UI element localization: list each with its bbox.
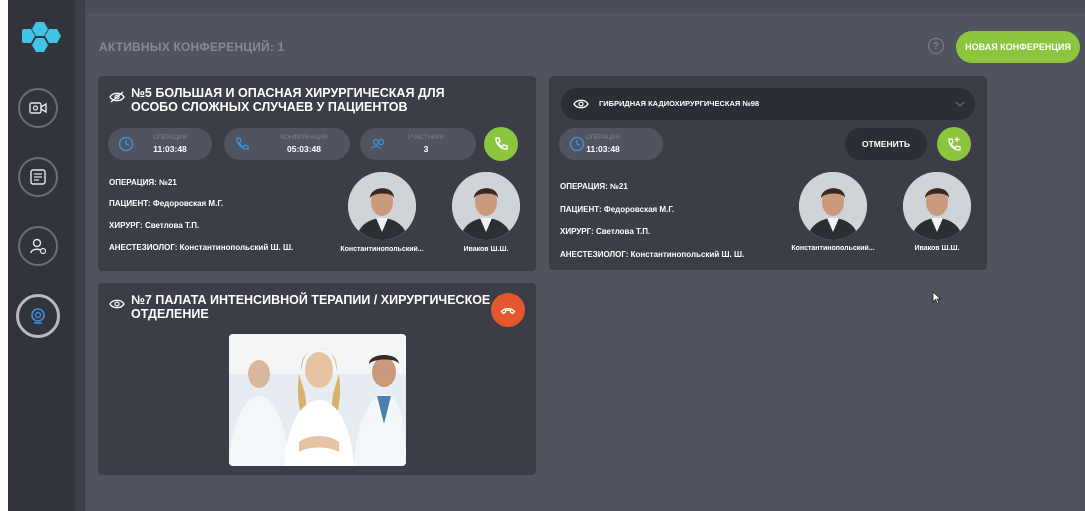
patient-name: ПАЦИЕНТ: Федоровская М.Г. xyxy=(109,199,224,208)
avatar[interactable] xyxy=(348,172,416,240)
patient-name: ПАЦИЕНТ: Федоровская М.Г. xyxy=(560,205,675,214)
avatar[interactable] xyxy=(452,172,520,240)
participants-icon xyxy=(370,138,385,150)
surgeon-name: ХИРУРГ: Светлова Т.П. xyxy=(560,227,651,236)
mouse-cursor-icon xyxy=(932,291,942,305)
operation-number: ОПЕРАЦИЯ: №21 xyxy=(109,178,177,187)
stat-label: УЧАСТНИКИ xyxy=(408,135,444,141)
join-call-button[interactable] xyxy=(484,127,518,161)
conference-card-3: №7 ПАЛАТА ИНТЕНСИВНОЙ ТЕРАПИИ / ХИРУРГИЧ… xyxy=(98,283,536,475)
anesthesiologist-name: АНЕСТЕЗИОЛОГ: Константинопольский Ш. Ш. xyxy=(109,243,294,252)
eye-off-icon[interactable] xyxy=(109,91,125,103)
chevron-down-icon xyxy=(955,101,965,108)
camera-preview[interactable]: вызов xyxy=(229,334,406,466)
hangup-button[interactable] xyxy=(491,293,525,327)
operation-timer: ОПЕРАЦИЯ 11:03:48 xyxy=(559,128,663,160)
user-settings-icon xyxy=(30,238,47,255)
sidebar-item-broadcast[interactable] xyxy=(16,294,60,338)
conference-card-2: ГИБРИДНАЯ КАДИОХИРУРГИЧЕСКАЯ №98 ОПЕРАЦИ… xyxy=(549,76,987,270)
conference-title: №7 ПАЛАТА ИНТЕНСИВНОЙ ТЕРАПИИ / ХИРУРГИЧ… xyxy=(131,293,491,321)
participant-name: Константинопольский... xyxy=(340,246,424,253)
cancel-button[interactable]: ОТМЕНИТЬ xyxy=(845,128,927,160)
sidebar-item-users[interactable] xyxy=(18,226,58,266)
new-conference-button[interactable]: НОВАЯ КОНФЕРЕНЦИЯ xyxy=(956,31,1080,63)
hangup-icon xyxy=(500,307,516,315)
phone-icon xyxy=(495,137,508,150)
stat-label: ОПЕРАЦИЯ xyxy=(153,135,187,141)
conference-select[interactable]: ГИБРИДНАЯ КАДИОХИРУРГИЧЕСКАЯ №98 xyxy=(561,88,975,120)
phone-add-icon xyxy=(948,137,961,151)
eye-icon[interactable] xyxy=(109,298,125,310)
page-title: АКТИВНЫХ КОНФЕРЕНЦИЙ: 1 xyxy=(99,40,285,54)
stat-value: 05:03:48 xyxy=(286,144,322,154)
stat-value: 11:03:48 xyxy=(153,144,187,154)
operation-number: ОПЕРАЦИЯ: №21 xyxy=(560,182,628,191)
sidebar-divider xyxy=(75,0,85,511)
conference-timer: КОНФЕРЕНЦИЯ 05:03:48 xyxy=(224,128,350,160)
phone-icon xyxy=(236,137,249,150)
sidebar xyxy=(8,0,75,511)
conference-card-1: №5 БОЛЬШАЯ И ОПАСНАЯ ХИРУРГИЧЕСКАЯ ДЛЯ О… xyxy=(98,76,536,271)
participants-count: УЧАСТНИКИ 3 xyxy=(360,128,476,160)
surgeon-name: ХИРУРГ: Светлова Т.П. xyxy=(109,221,200,230)
anesthesiologist-name: АНЕСТЕЗИОЛОГ: Константинопольский Ш. Ш. xyxy=(560,250,745,259)
help-icon[interactable]: ? xyxy=(928,38,944,54)
avatar[interactable] xyxy=(799,172,867,240)
app-window: АКТИВНЫХ КОНФЕРЕНЦИЙ: 1 ? НОВАЯ КОНФЕРЕН… xyxy=(8,0,1085,511)
selected-conference: ГИБРИДНАЯ КАДИОХИРУРГИЧЕСКАЯ №98 xyxy=(599,99,760,108)
sidebar-item-video-conference[interactable] xyxy=(18,88,58,128)
eye-icon xyxy=(573,99,589,109)
video-icon xyxy=(29,102,47,114)
operation-timer: ОПЕРАЦИЯ 11:03:48 xyxy=(108,128,212,160)
avatar[interactable] xyxy=(903,172,971,240)
stat-label: ОПЕРАЦИЯ xyxy=(586,135,620,141)
list-icon xyxy=(30,169,46,185)
stat-value: 3 xyxy=(423,144,429,154)
sidebar-item-journal[interactable] xyxy=(18,157,58,197)
stat-value: 11:03:48 xyxy=(586,144,620,154)
webcam-icon xyxy=(31,308,45,324)
conference-title: №5 БОЛЬШАЯ И ОПАСНАЯ ХИРУРГИЧЕСКАЯ ДЛЯ О… xyxy=(131,86,445,114)
participant-name: Иваков Ш.Ш. xyxy=(914,245,960,252)
participant-name: Иваков Ш.Ш. xyxy=(463,246,509,253)
call-status-label: вызов xyxy=(304,446,331,456)
stat-label: КОНФЕРЕНЦИЯ xyxy=(280,135,328,141)
participant-name: Константинопольский... xyxy=(791,245,875,252)
add-call-button[interactable] xyxy=(937,127,971,161)
main-panel: АКТИВНЫХ КОНФЕРЕНЦИЙ: 1 ? НОВАЯ КОНФЕРЕН… xyxy=(86,13,1085,511)
hexagon-logo[interactable] xyxy=(19,20,62,56)
